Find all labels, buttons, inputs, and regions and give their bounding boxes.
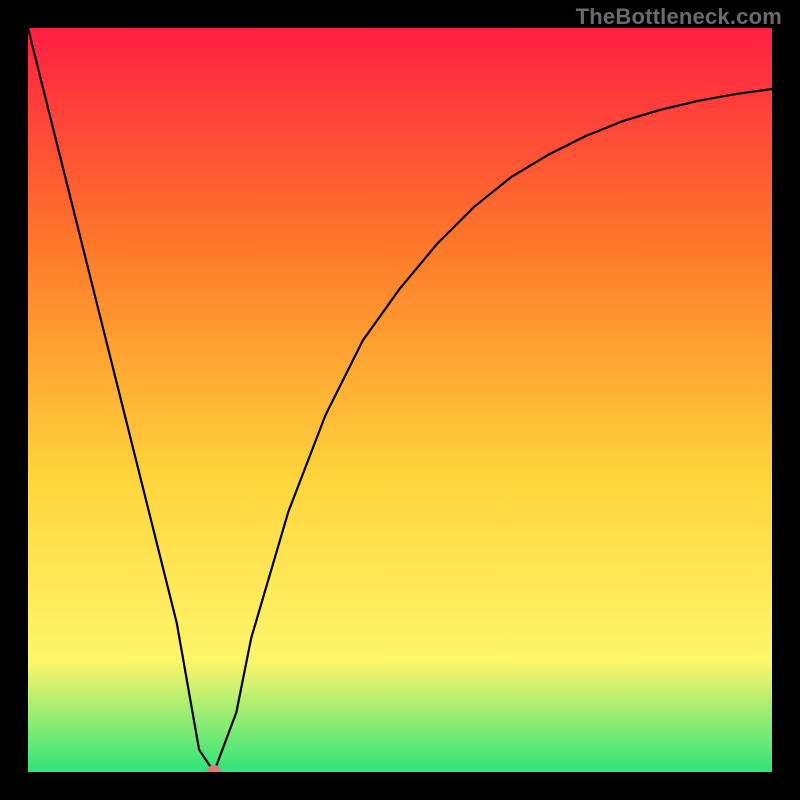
gradient-background — [28, 28, 772, 772]
chart-frame: TheBottleneck.com — [0, 0, 800, 800]
chart-svg — [28, 28, 772, 772]
watermark-label: TheBottleneck.com — [576, 4, 782, 30]
plot-area — [28, 28, 772, 772]
